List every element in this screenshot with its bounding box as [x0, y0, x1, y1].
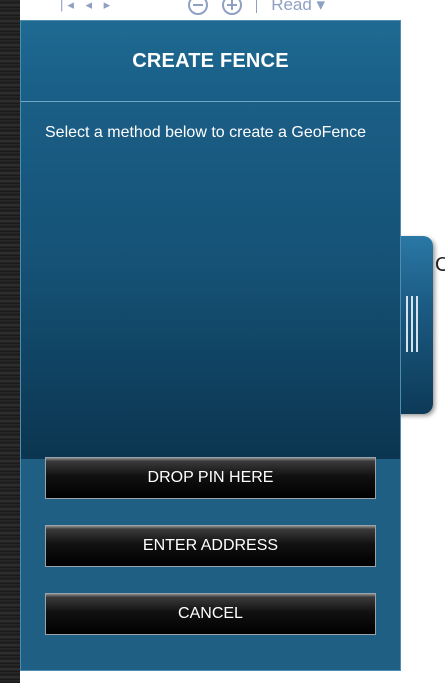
- enter-address-button[interactable]: ENTER ADDRESS: [45, 525, 376, 567]
- panel-description: Select a method below to create a GeoFen…: [45, 124, 367, 141]
- page-nav-controls[interactable]: |◂ ◂ ▸: [60, 0, 114, 13]
- panel-header: CREATE FENCE: [21, 21, 400, 102]
- zoom-in-icon[interactable]: [222, 0, 243, 15]
- cancel-button[interactable]: CANCEL: [45, 593, 376, 635]
- zoom-out-icon[interactable]: [188, 0, 209, 15]
- screen: |◂ ◂ ▸ Read ▾ C CREATE FENCE Select a me…: [0, 0, 445, 683]
- drop-pin-button[interactable]: DROP PIN HERE: [45, 457, 376, 499]
- read-dropdown[interactable]: Read ▾: [271, 0, 325, 15]
- panel-title: CREATE FENCE: [132, 49, 289, 72]
- left-edge-strip: [0, 0, 20, 683]
- background-toolbar: |◂ ◂ ▸ Read ▾: [60, 0, 325, 18]
- create-fence-panel: CREATE FENCE Select a method below to cr…: [20, 20, 401, 671]
- drag-handle-icon[interactable]: [406, 296, 420, 352]
- panel-body: Select a method below to create a GeoFen…: [21, 102, 400, 459]
- background-text-fragment: C: [435, 254, 445, 276]
- toolbar-separator: [256, 0, 258, 13]
